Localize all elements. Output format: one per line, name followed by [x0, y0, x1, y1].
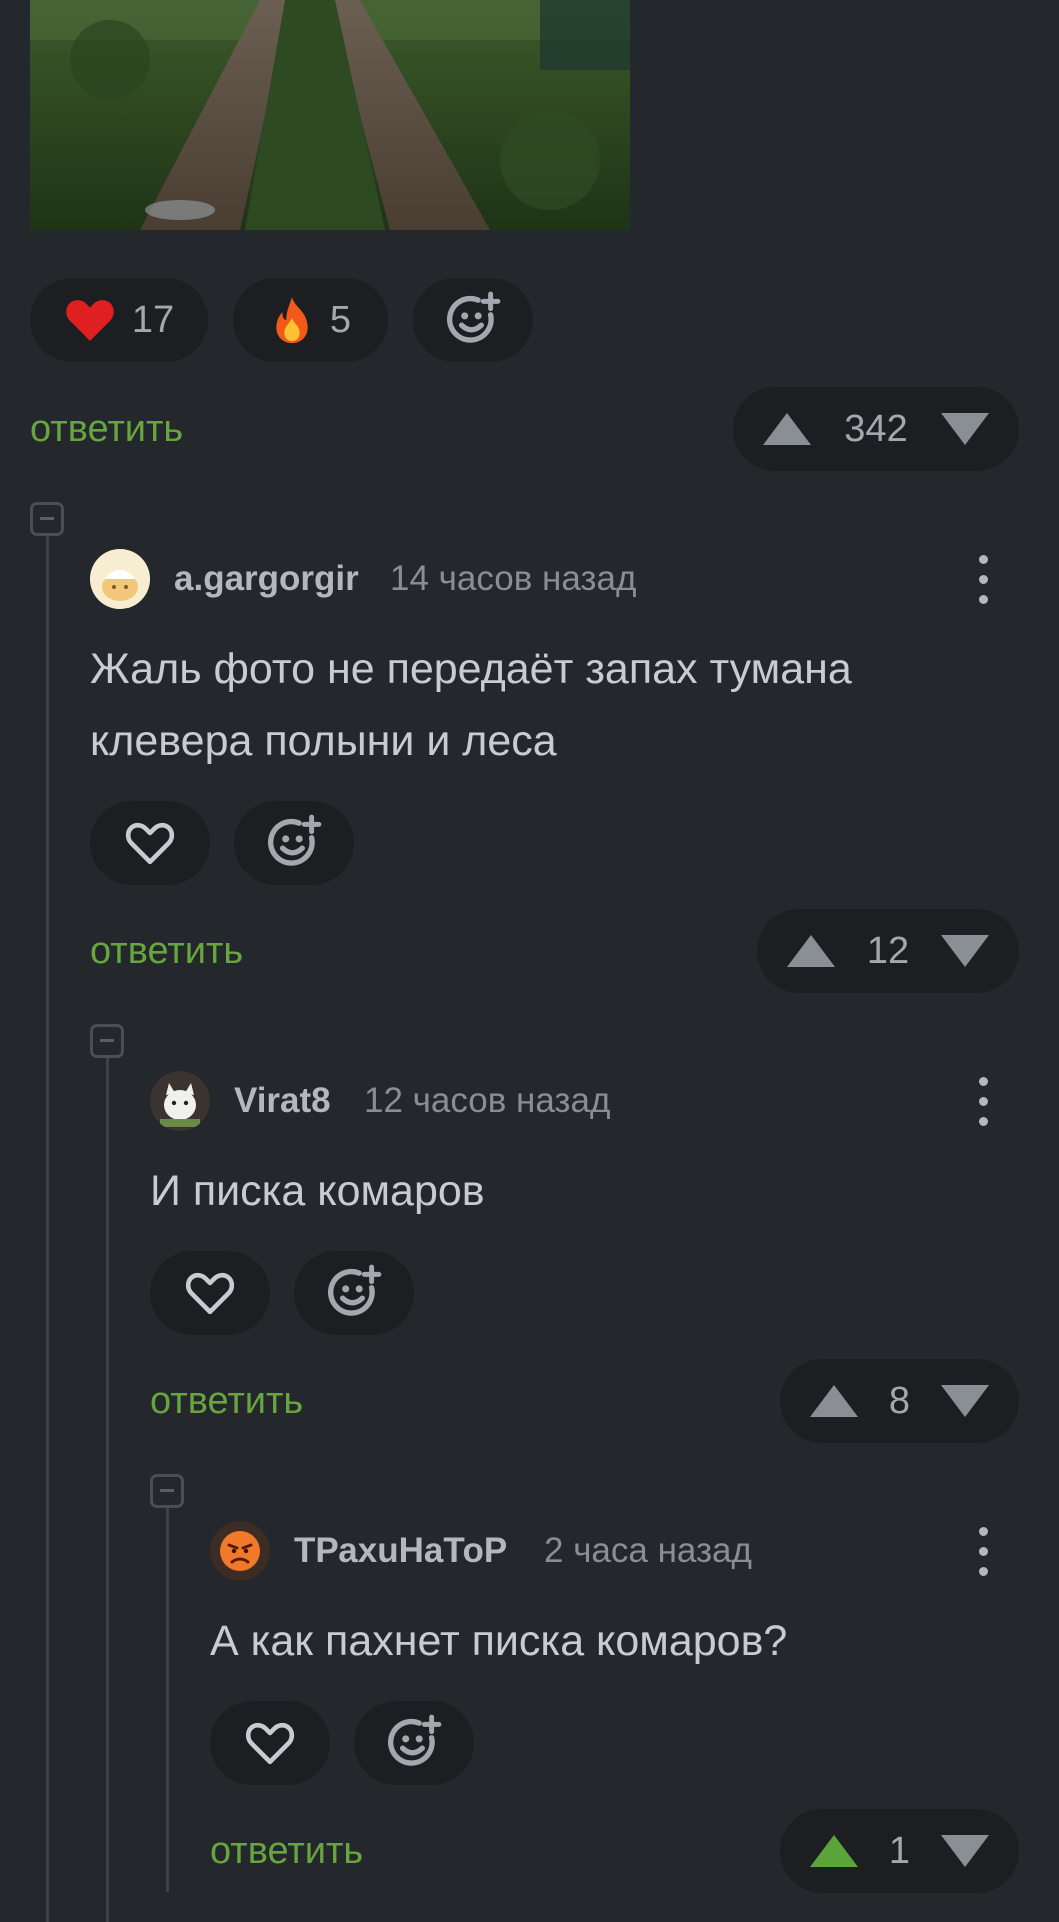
- reply-link[interactable]: ответить: [90, 930, 243, 973]
- avatar-image: [150, 1071, 210, 1131]
- reply-link[interactable]: ответить: [150, 1380, 303, 1423]
- add-emoji-icon: [446, 291, 501, 343]
- post-rating-box: 342: [733, 387, 1019, 471]
- post-photo-graphic: [30, 0, 630, 230]
- comment-rating-count: 8: [888, 1379, 911, 1422]
- add-reaction-button[interactable]: [413, 278, 533, 362]
- heart-outline-icon: [125, 822, 175, 865]
- avatar[interactable]: [90, 549, 150, 609]
- more-options-icon[interactable]: [978, 1527, 988, 1577]
- avatar-image: [210, 1521, 270, 1581]
- heart-icon: [66, 300, 114, 341]
- collapse-thread-button[interactable]: [90, 1024, 124, 1058]
- add-reaction-button[interactable]: [294, 1251, 414, 1335]
- comment-text: И писка комаров: [150, 1155, 1010, 1227]
- fire-reaction-count: 5: [329, 298, 352, 341]
- comment-rating-box: 12: [757, 909, 1019, 993]
- add-emoji-icon: [267, 814, 322, 866]
- comment-rating-count: 1: [888, 1829, 911, 1872]
- comment-time: 14 часов назад: [390, 559, 637, 598]
- comment-rating-box: 1: [780, 1809, 1019, 1893]
- collapse-thread-button[interactable]: [150, 1474, 184, 1508]
- comment-text: Жаль фото не передаёт запах тумана клеве…: [90, 633, 1010, 777]
- comment-rating-count: 12: [866, 929, 910, 972]
- post-rating-count: 342: [844, 407, 908, 450]
- comment-text-line: Жаль фото не передаёт запах тумана: [90, 645, 852, 693]
- reply-link[interactable]: ответить: [210, 1830, 363, 1873]
- avatar[interactable]: [150, 1071, 210, 1131]
- comment-rating-box: 8: [780, 1359, 1019, 1443]
- heart-reaction-count: 17: [131, 298, 175, 341]
- comment-author[interactable]: Virat8: [234, 1081, 331, 1121]
- upvote-icon[interactable]: [808, 1383, 860, 1419]
- comment-text-line: А как пахнет писка комаров?: [210, 1617, 788, 1665]
- comment-text-line: И писка комаров: [150, 1167, 485, 1215]
- upvote-icon[interactable]: [785, 933, 837, 969]
- add-reaction-button[interactable]: [354, 1701, 474, 1785]
- thread-line: [166, 1492, 169, 1892]
- comment-author[interactable]: a.gargorgir: [174, 559, 359, 599]
- like-button[interactable]: [210, 1701, 330, 1785]
- thread-line: [46, 520, 49, 1922]
- like-button[interactable]: [150, 1251, 270, 1335]
- comment-author[interactable]: ТРахuНаТоР: [294, 1531, 507, 1571]
- avatar-image: [90, 549, 150, 609]
- reaction-fire-button[interactable]: 5: [233, 278, 388, 362]
- comments-page: 17 5 ответить 342 a.gargorgir 14 часов н…: [0, 0, 1059, 1922]
- fire-icon: [276, 296, 308, 344]
- thread-line: [106, 1042, 109, 1922]
- heart-outline-icon: [245, 1722, 295, 1765]
- downvote-icon[interactable]: [939, 411, 991, 447]
- like-button[interactable]: [90, 801, 210, 885]
- comment-text-line: клевера полыни и леса: [90, 717, 557, 765]
- upvote-icon[interactable]: [808, 1833, 860, 1869]
- upvote-icon[interactable]: [761, 411, 813, 447]
- add-emoji-icon: [327, 1264, 382, 1316]
- downvote-icon[interactable]: [939, 933, 991, 969]
- heart-outline-icon: [185, 1272, 235, 1315]
- comment-time: 12 часов назад: [364, 1081, 611, 1120]
- add-emoji-icon: [387, 1714, 442, 1766]
- more-options-icon[interactable]: [978, 1077, 988, 1127]
- downvote-icon[interactable]: [939, 1383, 991, 1419]
- comment-text: А как пахнет писка комаров?: [210, 1605, 1010, 1677]
- comment-time: 2 часа назад: [544, 1531, 752, 1570]
- post-reply-link[interactable]: ответить: [30, 408, 183, 451]
- add-reaction-button[interactable]: [234, 801, 354, 885]
- post-photo[interactable]: [30, 0, 630, 230]
- more-options-icon[interactable]: [978, 555, 988, 605]
- downvote-icon[interactable]: [939, 1833, 991, 1869]
- collapse-thread-button[interactable]: [30, 502, 64, 536]
- reaction-heart-button[interactable]: 17: [30, 278, 208, 362]
- avatar[interactable]: [210, 1521, 270, 1581]
